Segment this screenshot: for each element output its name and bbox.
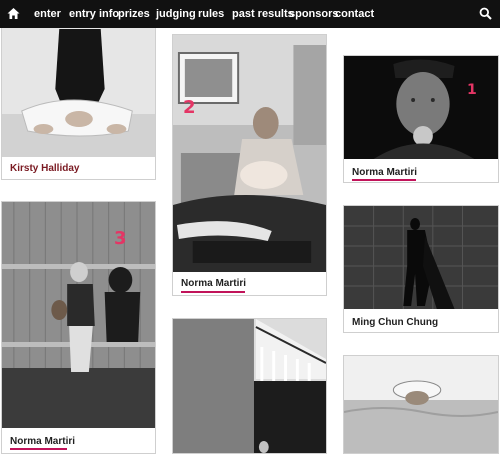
nav-contact[interactable]: contact <box>335 0 374 28</box>
caption-underline <box>10 448 67 450</box>
top-navbar: enter entry info prizes judging rules pa… <box>0 0 500 28</box>
gallery-card[interactable]: 2 Norma Martiri <box>172 34 327 296</box>
home-icon[interactable] <box>7 7 20 25</box>
caption-underline <box>181 291 245 293</box>
nav-prizes[interactable]: prizes <box>118 0 150 28</box>
photographer-name[interactable]: Norma Martiri <box>10 436 75 447</box>
nav-sponsors[interactable]: sponsors <box>289 0 339 28</box>
photo-swimmer-hat[interactable] <box>344 356 498 453</box>
nav-entry-info[interactable]: entry info <box>69 0 119 28</box>
gallery-card[interactable]: 3 Norma Martiri <box>1 201 156 454</box>
ranking-number: 2 <box>183 97 196 118</box>
ranking-number: 3 <box>114 228 127 249</box>
photo-woman-sitting[interactable] <box>2 19 155 157</box>
gallery-card[interactable]: 1 Norma Martiri <box>343 55 499 183</box>
gallery-card[interactable] <box>172 318 327 454</box>
search-icon[interactable] <box>479 7 492 25</box>
nav-rules[interactable]: rules <box>198 0 224 28</box>
nav-past-results[interactable]: past results <box>232 0 294 28</box>
photographer-name[interactable]: Norma Martiri <box>181 278 246 289</box>
gallery-card[interactable]: Ming Chun Chung <box>343 205 499 333</box>
photo-silhouette-tiles[interactable] <box>344 206 498 309</box>
nav-judging[interactable]: judging <box>156 0 196 28</box>
gallery-card[interactable] <box>343 355 499 454</box>
photographer-name[interactable]: Norma Martiri <box>352 167 417 178</box>
gallery-card[interactable]: Kirsty Halliday <box>1 18 156 180</box>
nav-enter[interactable]: enter <box>34 0 61 28</box>
photo-mother-nursing[interactable] <box>173 35 326 272</box>
photographer-name[interactable]: Kirsty Halliday <box>10 163 79 174</box>
photo-man-portrait[interactable] <box>344 56 498 159</box>
photo-staircase[interactable] <box>173 319 326 453</box>
photo-boy-shadow[interactable] <box>2 202 155 428</box>
caption-underline <box>352 179 416 181</box>
photographer-name[interactable]: Ming Chun Chung <box>352 317 438 328</box>
ranking-number: 1 <box>467 82 477 98</box>
